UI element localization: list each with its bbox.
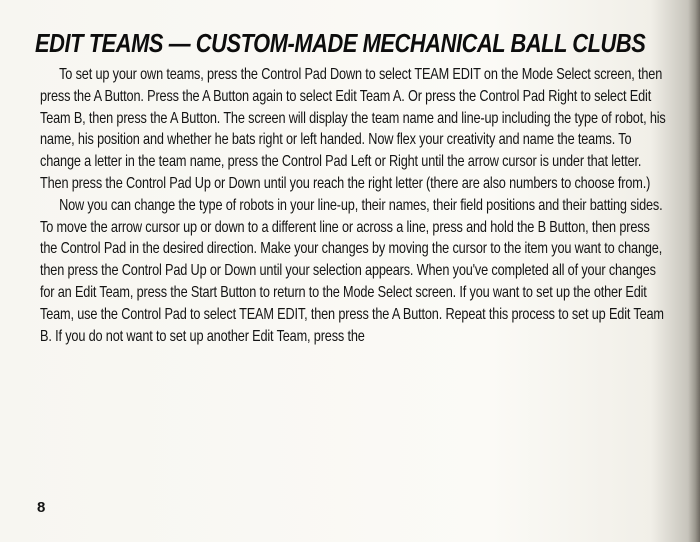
manual-page: EDIT TEAMS — CUSTOM-MADE MECHANICAL BALL… (0, 0, 700, 542)
section-heading: EDIT TEAMS — CUSTOM-MADE MECHANICAL BALL… (35, 28, 646, 58)
paragraph-lineup-changes: Now you can change the type of robots in… (40, 196, 664, 345)
body-text: To set up your own teams, press the Cont… (40, 64, 668, 347)
paragraph-team-setup: To set up your own teams, press the Cont… (40, 66, 666, 192)
page-number: 8 (37, 499, 46, 516)
page-edge-shadow (688, 0, 700, 542)
